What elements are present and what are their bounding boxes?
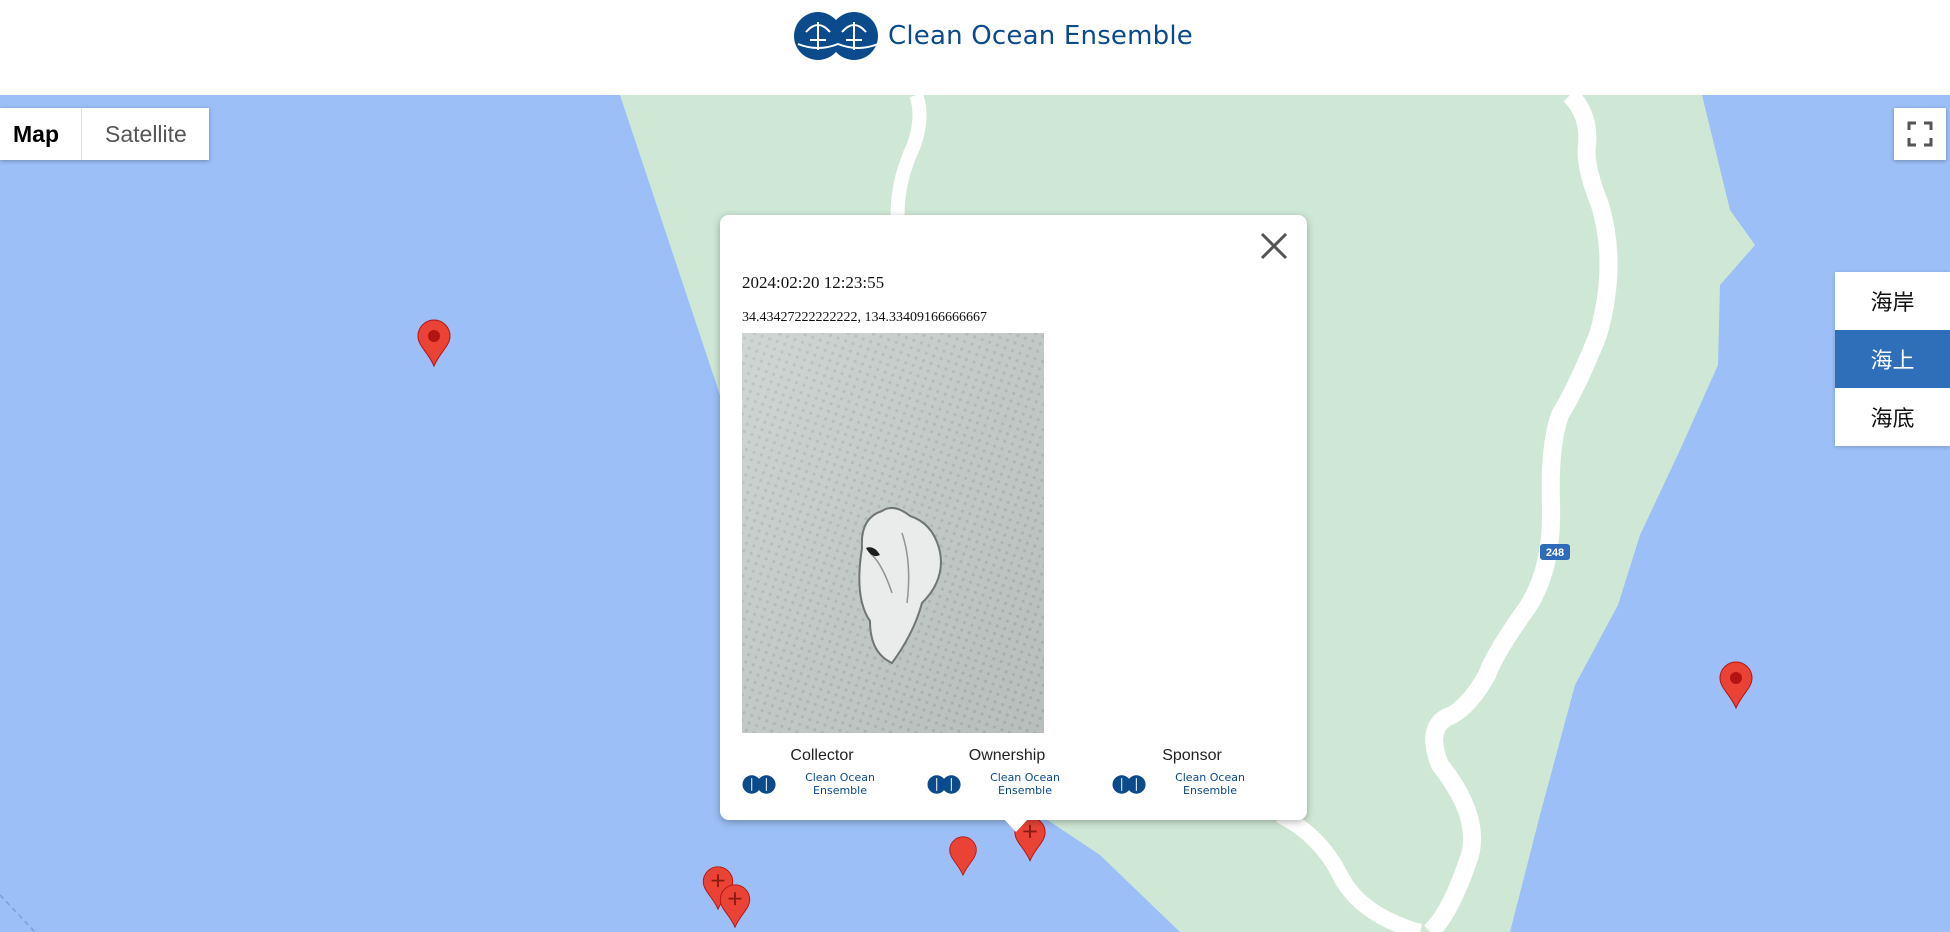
map-pin-icon[interactable]: [416, 318, 452, 368]
credit-sponsor: Sponsor Clean Ocean Ensemble: [1112, 747, 1272, 797]
site-header: Clean Ocean Ensemble: [0, 0, 1950, 95]
logo-mark-icon: [742, 774, 776, 794]
capture-coordinates: 34.43427222222222, 134.33409166666667: [742, 310, 987, 325]
road-shield-label: 248: [1546, 547, 1564, 559]
layer-coast-button[interactable]: 海岸: [1835, 272, 1950, 330]
logo-mark-icon: [794, 12, 879, 60]
credits-row: Collector Clean Ocean Ensemble Ownership…: [742, 747, 1272, 797]
info-window: 2024:02:20 12:23:55 34.43427222222222, 1…: [720, 215, 1307, 820]
logo-mark-icon: [927, 774, 961, 794]
layer-seabed-button[interactable]: 海底: [1835, 388, 1950, 446]
ferry-route: [0, 894, 36, 932]
credit-collector: Collector Clean Ocean Ensemble: [742, 747, 902, 797]
credit-org-logo[interactable]: Clean Ocean Ensemble: [1112, 771, 1272, 797]
brand-name: Clean Ocean Ensemble: [888, 21, 1193, 51]
map-type-control: Map Satellite: [0, 108, 209, 160]
fullscreen-icon: [1907, 121, 1933, 147]
layer-selector: 海岸 海上 海底: [1835, 272, 1950, 446]
fullscreen-button[interactable]: [1894, 108, 1946, 160]
close-icon[interactable]: [1259, 231, 1289, 261]
capture-timestamp: 2024:02:20 12:23:55: [742, 273, 885, 292]
credit-label: Collector: [790, 747, 854, 764]
map-pin-cluster-icon[interactable]: [718, 883, 752, 929]
credit-org-logo[interactable]: Clean Ocean Ensemble: [742, 771, 902, 797]
credit-org-logo[interactable]: Clean Ocean Ensemble: [927, 771, 1087, 797]
map-type-map-button[interactable]: Map: [0, 108, 82, 160]
info-window-tail: [1003, 818, 1029, 832]
credit-label: Sponsor: [1162, 747, 1222, 764]
map-pin-icon[interactable]: [948, 835, 978, 877]
credit-ownership: Ownership Clean Ocean Ensemble: [927, 747, 1087, 797]
brand-logo[interactable]: Clean Ocean Ensemble: [792, 10, 1193, 62]
litter-photo[interactable]: [742, 333, 1044, 733]
credit-label: Ownership: [968, 747, 1046, 764]
map-type-satellite-button[interactable]: Satellite: [82, 108, 209, 160]
layer-sea-surface-button[interactable]: 海上: [1835, 330, 1950, 388]
credit-org-name: Clean Ocean Ensemble: [805, 771, 875, 797]
credit-org-name: Clean Ocean Ensemble: [990, 771, 1060, 797]
logo-mark-icon: [1112, 774, 1146, 794]
credit-org-name: Clean Ocean Ensemble: [1175, 771, 1245, 797]
litter-photo-image: [742, 333, 1044, 733]
road-shield-248: 248: [1540, 544, 1570, 560]
map-pin-icon[interactable]: [1718, 660, 1754, 710]
